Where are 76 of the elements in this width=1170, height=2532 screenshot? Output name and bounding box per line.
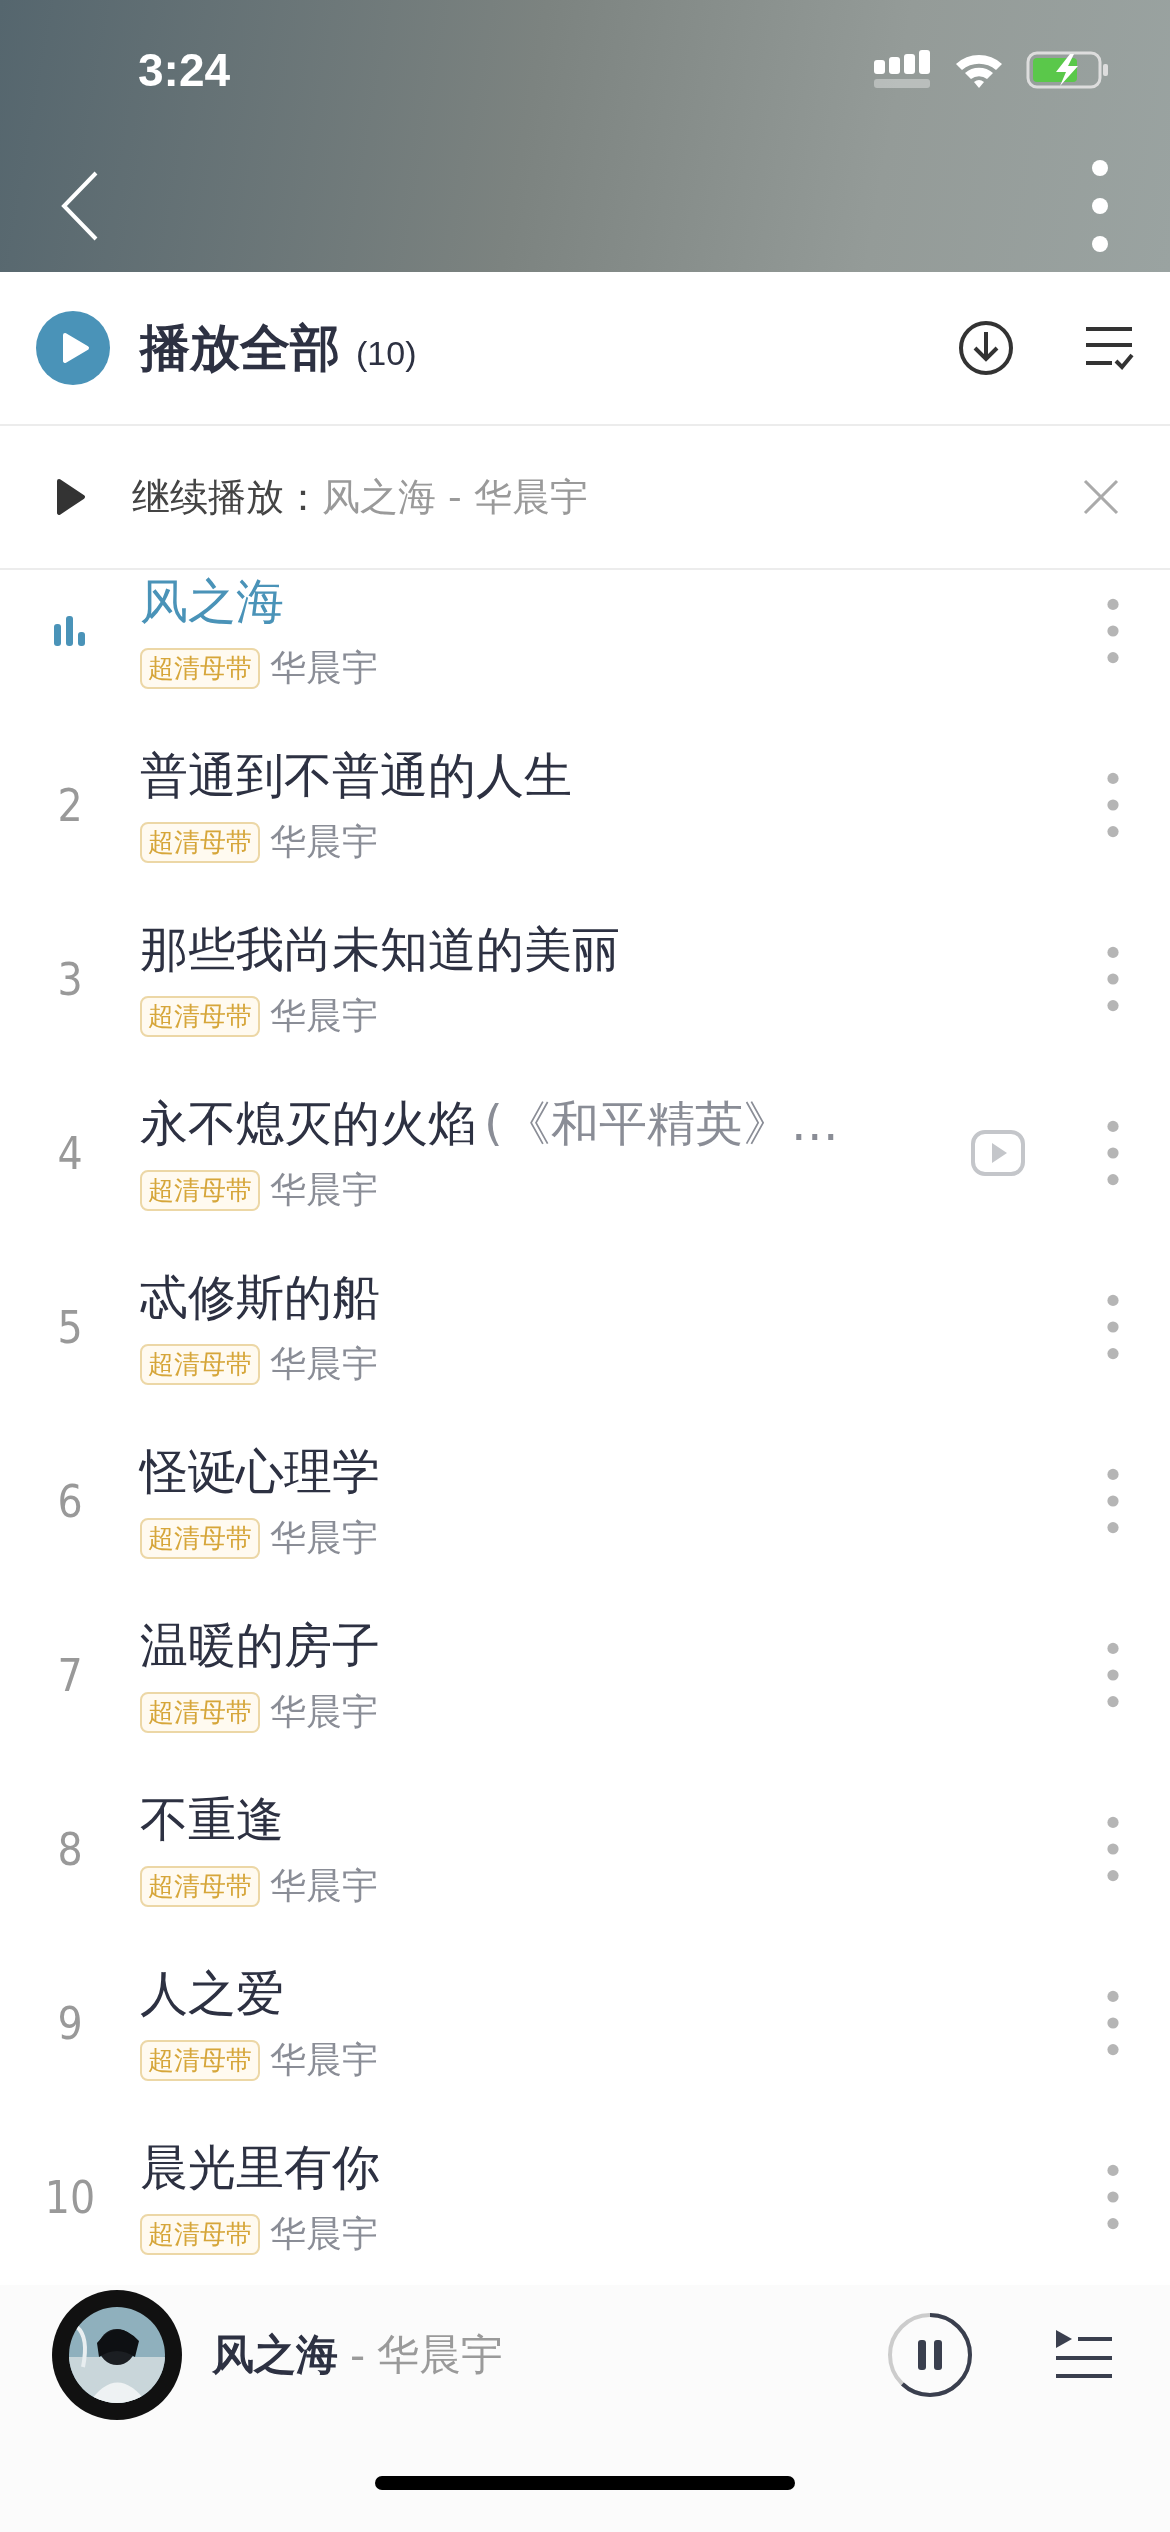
song-title: 永不熄灭的火焰 (140, 1093, 476, 1153)
playlist-button[interactable] (1056, 2330, 1112, 2380)
song-row[interactable]: 2 普通到不普通的人生 超清母带 华晨宇 (0, 718, 1170, 892)
song-title: 风之海 (140, 571, 284, 631)
battery-icon (1026, 50, 1110, 90)
track-number: 4 (56, 1127, 84, 1179)
now-playing-title: 风之海 (212, 2329, 338, 2381)
artist-name: 华晨宇 (270, 2037, 378, 2082)
song-row[interactable]: 10 晨光里有你 超清母带 华晨宇 (0, 2110, 1170, 2284)
more-icon[interactable] (1106, 1118, 1120, 1188)
quality-tag: 超清母带 (140, 1691, 260, 1733)
song-title: 晨光里有你 (140, 2137, 380, 2197)
artist-name: 华晨宇 (270, 819, 378, 864)
track-number: 2 (56, 779, 84, 831)
song-title: 人之爱 (140, 1963, 284, 2023)
download-button[interactable] (958, 320, 1014, 376)
song-row[interactable]: 3 那些我尚未知道的美丽 超清母带 华晨宇 (0, 892, 1170, 1066)
track-number: 5 (56, 1301, 84, 1353)
song-title: 温暖的房子 (140, 1615, 380, 1675)
artist-name: 华晨宇 (270, 645, 378, 690)
quality-tag: 超清母带 (140, 1343, 260, 1385)
quality-tag: 超清母带 (140, 1169, 260, 1211)
quality-tag: 超清母带 (140, 1865, 260, 1907)
now-playing-artist: 华晨宇 (377, 2329, 504, 2381)
play-icon (36, 311, 110, 385)
play-all-button[interactable]: 播放全部 (10) (36, 311, 928, 385)
more-icon[interactable] (1106, 596, 1120, 666)
close-button[interactable] (1082, 478, 1120, 516)
song-count: (10) (356, 333, 417, 373)
more-icon[interactable] (1106, 1640, 1120, 1710)
artist-name: 华晨宇 (270, 1167, 378, 1212)
more-icon[interactable] (1106, 1466, 1120, 1536)
song-title: 那些我尚未知道的美丽 (140, 919, 620, 979)
artist-name: 华晨宇 (270, 1863, 378, 1908)
quality-tag: 超清母带 (140, 1517, 260, 1559)
quality-tag: 超清母带 (140, 647, 260, 689)
song-title: 普通到不普通的人生 (140, 745, 572, 805)
more-icon[interactable] (1106, 770, 1120, 840)
song-row[interactable]: 8 不重逢 超清母带 华晨宇 (0, 1762, 1170, 1936)
video-icon[interactable] (970, 1129, 1026, 1177)
track-number: 7 (56, 1649, 84, 1701)
more-icon[interactable] (1106, 944, 1120, 1014)
signal-icon (874, 50, 932, 90)
song-row[interactable]: 7 温暖的房子 超清母带 华晨宇 (0, 1588, 1170, 1762)
song-subtitle: (《和平精英》… (484, 1093, 839, 1153)
song-title: 怪诞心理学 (140, 1441, 380, 1501)
track-number: 8 (56, 1823, 84, 1875)
song-title: 忒修斯的船 (140, 1267, 380, 1327)
more-icon[interactable] (1106, 1292, 1120, 1362)
track-number: 10 (43, 2171, 97, 2223)
separator: - (350, 2330, 366, 2380)
quality-tag: 超清母带 (140, 2039, 260, 2081)
more-icon[interactable] (1106, 2162, 1120, 2232)
artist-name: 华晨宇 (270, 1341, 378, 1386)
more-icon[interactable] (1106, 1988, 1120, 2058)
artist-name: 华晨宇 (270, 1689, 378, 1734)
track-number: 6 (56, 1475, 84, 1527)
song-row[interactable]: 6 怪诞心理学 超清母带 华晨宇 (0, 1414, 1170, 1588)
song-row[interactable]: 4 永不熄灭的火焰 (《和平精英》… 超清母带 华晨宇 (0, 1066, 1170, 1240)
resume-label: 继续播放： (132, 473, 322, 521)
track-number: 9 (56, 1997, 84, 2049)
track-number: 3 (56, 953, 84, 1005)
play-icon[interactable] (56, 478, 86, 516)
multi-select-button[interactable] (1084, 325, 1134, 371)
more-icon[interactable] (1106, 1814, 1120, 1884)
song-row[interactable]: 9 人之爱 超清母带 华晨宇 (0, 1936, 1170, 2110)
back-button[interactable] (60, 171, 100, 241)
artist-name: 华晨宇 (270, 2211, 378, 2256)
quality-tag: 超清母带 (140, 995, 260, 1037)
song-title: 不重逢 (140, 1789, 284, 1849)
artist-name: 华晨宇 (270, 993, 378, 1038)
quality-tag: 超清母带 (140, 2213, 260, 2255)
song-row[interactable]: 5 忒修斯的船 超清母带 华晨宇 (0, 1240, 1170, 1414)
quality-tag: 超清母带 (140, 821, 260, 863)
status-time: 3:24 (138, 43, 231, 97)
artist-name: 华晨宇 (270, 1515, 378, 1560)
